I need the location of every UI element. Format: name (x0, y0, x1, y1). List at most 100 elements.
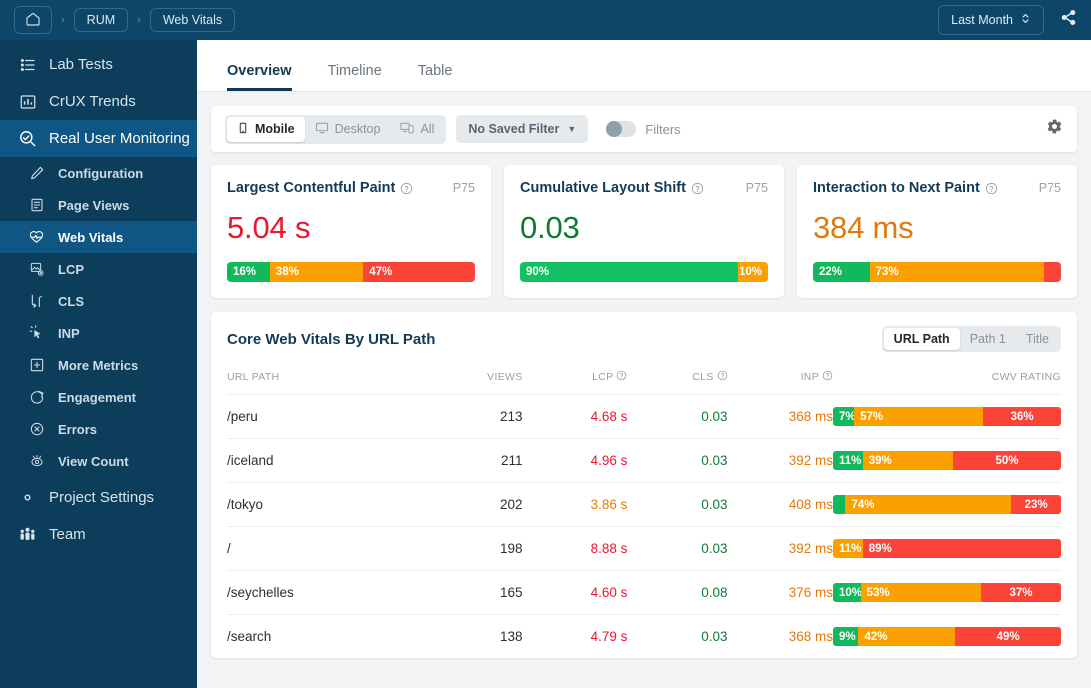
sidebar-item-lab-tests[interactable]: Lab Tests (0, 46, 197, 83)
table-row[interactable]: /tokyo 202 3.86 s 0.03 408 ms 74% 23% (227, 482, 1061, 527)
people-icon (18, 525, 37, 544)
column-header-cwv-rating[interactable]: CWV RATING (833, 366, 1061, 395)
sidebar-item-crux-trends[interactable]: CrUX Trends (0, 83, 197, 120)
sidebar-item-project-settings[interactable]: Project Settings (0, 477, 197, 516)
sidebar-label-crux-trends: CrUX Trends (49, 93, 136, 110)
filter-settings-button[interactable] (1046, 118, 1063, 140)
metric-card-cls-header: Cumulative Layout Shift P75 (520, 180, 768, 196)
rating-segment-poor: 23% (1011, 495, 1061, 514)
sidebar-label-page-views: Page Views (58, 197, 130, 213)
sidebar-item-errors[interactable]: Errors (0, 413, 197, 445)
row-rating-bar: 11% 39% 50% (833, 451, 1061, 470)
sidebar-item-cls[interactable]: CLS (0, 285, 197, 317)
rating-segment-needs-improvement: 39% (862, 451, 953, 470)
group-by-title[interactable]: Title (1016, 328, 1059, 350)
group-by-url-path[interactable]: URL Path (883, 328, 960, 350)
metric-cards-row: Largest Contentful Paint P75 5.04 s 16% … (211, 165, 1077, 298)
table-row[interactable]: /peru 213 4.68 s 0.03 368 ms 7% 57% 36% (227, 394, 1061, 439)
column-header-url-path[interactable]: URL PATH (227, 366, 418, 395)
metric-card-cls-rating-bar: 90% 10% (520, 262, 768, 282)
sidebar-label-team: Team (49, 526, 86, 543)
breadcrumb-home[interactable] (14, 5, 52, 35)
filters-toggle-knob (606, 121, 623, 137)
sidebar-label-cls: CLS (58, 293, 84, 309)
tab-timeline[interactable]: Timeline (310, 63, 400, 91)
cell-lcp: 4.68 s (522, 394, 628, 439)
date-range-picker[interactable]: Last Month (938, 5, 1044, 35)
cell-lcp: 4.60 s (522, 570, 628, 615)
sidebar-item-view-count[interactable]: View Count (0, 445, 197, 477)
sidebar-item-inp[interactable]: INP (0, 317, 197, 349)
desktop-icon (315, 121, 329, 138)
table-row[interactable]: /seychelles 165 4.60 s 0.08 376 ms 10% 5… (227, 570, 1061, 615)
mobile-icon (237, 121, 249, 138)
metric-card-inp-percentile: P75 (1038, 181, 1061, 195)
bar-chart-icon (18, 92, 37, 111)
chevron-updown-icon (1020, 12, 1031, 28)
help-circle-icon[interactable] (400, 182, 413, 195)
sidebar-label-engagement: Engagement (58, 389, 137, 405)
document-icon (28, 197, 45, 214)
metric-card-inp-title: Interaction to Next Paint (813, 180, 980, 196)
tab-overview[interactable]: Overview (227, 63, 310, 91)
saved-filter-dropdown[interactable]: No Saved Filter ▼ (456, 115, 589, 143)
sidebar-item-web-vitals[interactable]: Web Vitals (0, 221, 197, 253)
eye-count-icon (28, 453, 45, 470)
device-label-mobile: Mobile (255, 122, 295, 136)
table-row[interactable]: /iceland 211 4.96 s 0.03 392 ms 11% 39% (227, 438, 1061, 483)
rating-segment-needs-improvement: 10% (738, 262, 768, 282)
help-circle-icon[interactable] (717, 370, 728, 384)
table-row[interactable]: / 198 8.88 s 0.03 392 ms 11% 89% (227, 526, 1061, 571)
column-header-cls[interactable]: CLS (627, 366, 728, 395)
metric-card-cls-value: 0.03 (520, 210, 580, 245)
heart-pulse-icon (28, 229, 45, 246)
tab-table[interactable]: Table (400, 63, 471, 91)
rating-segment-poor: 47% (363, 262, 475, 282)
sidebar-item-team[interactable]: Team (0, 516, 197, 553)
cell-url: /tokyo (227, 482, 418, 527)
cell-cwv-rating: 10% 53% 37% (833, 570, 1061, 615)
cell-url: / (227, 526, 418, 571)
sidebar-item-lcp[interactable]: LCP (0, 253, 197, 285)
help-circle-icon[interactable] (985, 182, 998, 195)
help-circle-icon[interactable] (616, 370, 627, 384)
rating-segment-needs-improvement: 57% (854, 407, 984, 426)
help-circle-icon[interactable] (691, 182, 704, 195)
cell-lcp: 4.79 s (590, 629, 628, 644)
table-row[interactable]: /search 138 4.79 s 0.03 368 ms 9% 42% 49 (227, 615, 1061, 659)
filters-toggle-label: Filters (645, 121, 681, 137)
rating-segment-needs-improvement: 42% (858, 627, 956, 646)
sidebar-label-more-metrics: More Metrics (58, 357, 139, 373)
cwv-table-thead: URL PATH VIEWS LCP CLS INP CWV RATING (227, 366, 1061, 395)
help-circle-icon[interactable] (822, 370, 833, 384)
column-header-cls-label: CLS (692, 371, 714, 383)
cell-views: 138 (499, 629, 523, 644)
filters-toggle-group[interactable]: Filters (606, 121, 681, 137)
sidebar-item-real-user-monitoring[interactable]: Real User Monitoring (0, 120, 197, 157)
device-option-mobile[interactable]: Mobile (227, 116, 305, 142)
breadcrumb-web-vitals[interactable]: Web Vitals (149, 7, 236, 33)
sidebar-item-configuration[interactable]: Configuration (0, 157, 197, 189)
device-option-all[interactable]: All (390, 117, 444, 142)
column-header-views[interactable]: VIEWS (417, 366, 523, 395)
group-by-path-1[interactable]: Path 1 (960, 328, 1016, 350)
cell-lcp: 4.96 s (522, 438, 628, 483)
column-header-lcp[interactable]: LCP (522, 366, 628, 395)
sidebar-label-configuration: Configuration (58, 165, 144, 181)
sidebar-label-real-user-monitoring: Real User Monitoring (49, 130, 190, 147)
column-header-inp[interactable]: INP (727, 366, 833, 395)
sidebar-item-more-metrics[interactable]: More Metrics (0, 349, 197, 381)
filters-toggle[interactable] (606, 121, 637, 137)
rating-segment-needs-improvement: 53% (860, 583, 982, 602)
device-option-desktop[interactable]: Desktop (305, 117, 391, 142)
cell-inp: 368 ms (788, 629, 833, 644)
share-button[interactable] (1060, 9, 1077, 31)
sidebar-item-page-views[interactable]: Page Views (0, 189, 197, 221)
breadcrumb-rum[interactable]: RUM (73, 7, 129, 33)
cell-cwv-rating: 9% 42% 49% (833, 615, 1061, 659)
cell-cwv-rating: 7% 57% 36% (833, 394, 1061, 439)
sidebar-item-engagement[interactable]: Engagement (0, 381, 197, 413)
metric-card-inp-rating-bar: 22% 73% (813, 262, 1061, 282)
gear-icon (1046, 118, 1063, 140)
cwv-by-url-card: Core Web Vitals By URL Path URL Path Pat… (211, 312, 1077, 658)
